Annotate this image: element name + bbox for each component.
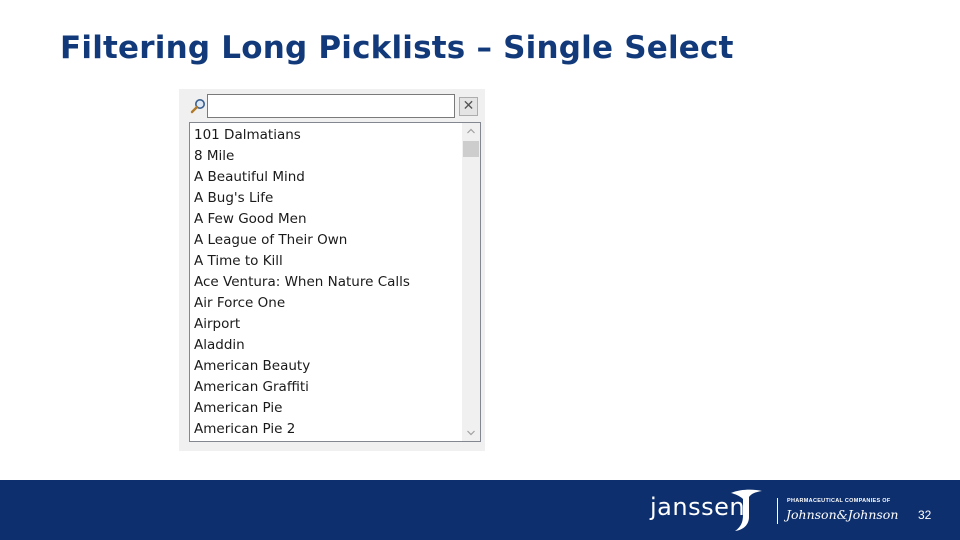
list-item[interactable]: American Pie 2 <box>190 419 461 440</box>
janssen-mark-icon <box>729 487 763 533</box>
list-item[interactable]: Air Force One <box>190 293 461 314</box>
list-item[interactable]: A Few Good Men <box>190 209 461 230</box>
picklist-listbox[interactable]: 101 Dalmatians 8 Mile A Beautiful Mind A Bu… <box>189 122 481 442</box>
search-row: ✕ <box>179 89 485 123</box>
close-icon: ✕ <box>462 98 475 114</box>
clear-search-button[interactable]: ✕ <box>459 97 478 116</box>
vertical-scrollbar[interactable] <box>462 123 480 441</box>
list-item[interactable]: American Pie <box>190 398 461 419</box>
jj-tagline: PHARMACEUTICAL COMPANIES OF <box>787 498 891 504</box>
search-icon <box>190 98 206 114</box>
list-item[interactable]: American Graffiti <box>190 377 461 398</box>
list-item[interactable]: A Time to Kill <box>190 251 461 272</box>
list-item[interactable]: Ace Ventura: When Nature Calls <box>190 272 461 293</box>
list-item[interactable]: Airport <box>190 314 461 335</box>
scroll-up-icon[interactable] <box>462 123 480 140</box>
list-item[interactable]: American Beauty <box>190 356 461 377</box>
list-item[interactable]: A Bug's Life <box>190 188 461 209</box>
list-item[interactable]: Aladdin <box>190 335 461 356</box>
list-item[interactable]: A Beautiful Mind <box>190 167 461 188</box>
list-item[interactable]: 8 Mile <box>190 146 461 167</box>
list-item[interactable]: 101 Dalmatians <box>190 125 461 146</box>
scroll-thumb[interactable] <box>463 141 479 157</box>
footer-bar: janssen PHARMACEUTICAL COMPANIES OF John… <box>0 480 960 540</box>
page-number: 32 <box>918 508 932 522</box>
list-item[interactable]: A League of Their Own <box>190 230 461 251</box>
footer-divider <box>777 498 778 524</box>
johnson-and-johnson-logo: Johnson&Johnson <box>786 507 899 522</box>
picklist-items: 101 Dalmatians 8 Mile A Beautiful Mind A Bu… <box>190 125 461 440</box>
search-input[interactable] <box>207 94 455 118</box>
scroll-down-icon[interactable] <box>462 424 480 441</box>
slide-title: Filtering Long Picklists – Single Select <box>60 30 734 66</box>
picklist-panel: ✕ 101 Dalmatians 8 Mile A Beautiful Mind A … <box>179 89 485 451</box>
